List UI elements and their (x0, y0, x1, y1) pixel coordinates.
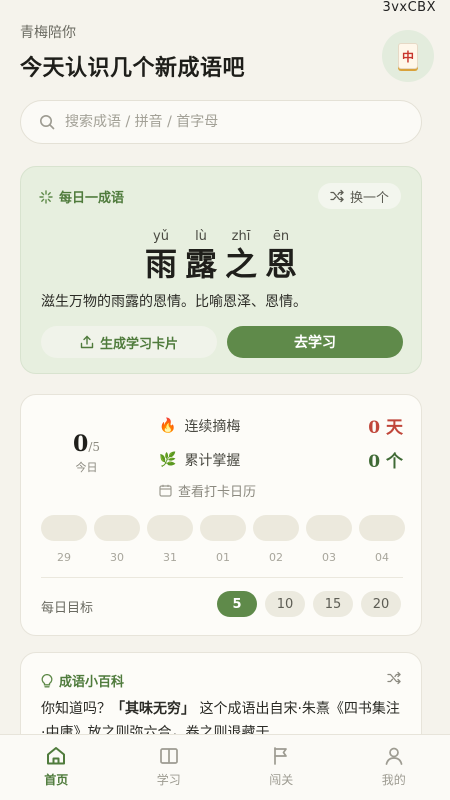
day-dot (147, 515, 193, 541)
day-dot (41, 515, 87, 541)
search-icon (40, 115, 55, 130)
tab-challenge[interactable]: 闯关 (225, 735, 338, 800)
daily-goal-label: 每日目标 (41, 601, 94, 616)
calendar-link-label: 查看打卡日历 (178, 485, 257, 500)
today-progress: 0/5 今日 (73, 431, 100, 475)
share-upload-icon (80, 335, 94, 349)
home-icon (47, 747, 66, 765)
wiki-header: 成语小百科 (41, 671, 124, 690)
generate-card-label: 生成学习卡片 (99, 336, 178, 352)
go-learn-button[interactable]: 去学习 (227, 326, 403, 358)
mastered-value: 0 个 (368, 452, 403, 472)
avatar[interactable]: 中 (382, 30, 434, 82)
tab-label: 首页 (44, 773, 69, 787)
daily-idiom-header: 每日一成语 (39, 187, 124, 206)
tab-profile[interactable]: 我的 (338, 735, 450, 800)
idiom-character: 恩 (265, 245, 298, 283)
lightbulb-icon (41, 673, 53, 687)
day-label: 31 (163, 551, 177, 564)
streak-row: 🔥 连续摘梅 0 天 (159, 413, 403, 439)
checkin-calendar-link[interactable]: 查看打卡日历 (159, 481, 256, 500)
search-input[interactable] (65, 114, 385, 130)
tab-label: 学习 (156, 773, 181, 787)
generate-card-button[interactable]: 生成学习卡片 (41, 326, 217, 358)
goal-option-5[interactable]: 5 (217, 591, 257, 617)
tab-home[interactable]: 首页 (0, 735, 113, 800)
day-label: 04 (375, 551, 389, 564)
progress-card: 0/5 今日 🔥 连续摘梅 0 天 🌿 累计掌握 0 个 查看打卡日历 29 3… (20, 394, 422, 636)
idiom-pinyin: lù (195, 229, 207, 244)
idiom-character: 雨 (144, 245, 177, 283)
day-cell: 30 (94, 515, 140, 564)
bottom-tab-bar: 首页 学习 闯关 我的 (0, 734, 450, 800)
day-label: 30 (110, 551, 124, 564)
page-header: 青梅陪你 今天认识几个新成语吧 中 (20, 22, 434, 82)
wiki-intro: 你知道吗？ (41, 701, 111, 717)
day-dot (306, 515, 352, 541)
day-label: 02 (269, 551, 283, 564)
day-dot (200, 515, 246, 541)
header-subtitle: 青梅陪你 (20, 25, 76, 41)
idiom-display: yǔ 雨 lù 露 zhī 之 ēn 恩 (21, 229, 421, 283)
idiom-char: zhī 之 (225, 229, 257, 283)
daily-idiom-card: 每日一成语 换一个 yǔ 雨 lù 露 zhī 之 ēn 恩 滋生万物的雨露的恩… (20, 166, 422, 374)
week-checkin-row: 29 30 31 01 02 03 04 (41, 515, 405, 564)
wiki-label: 成语小百科 (59, 675, 125, 690)
day-cell: 31 (147, 515, 193, 564)
day-dot (94, 515, 140, 541)
watermark-text: 3vxCBX (382, 0, 436, 15)
streak-value: 0 天 (368, 418, 403, 438)
mastered-row: 🌿 累计掌握 0 个 (159, 447, 403, 473)
divider (41, 577, 403, 578)
user-icon (385, 747, 403, 765)
tab-label: 闯关 (269, 773, 294, 787)
fire-icon: 🔥 (159, 417, 177, 434)
sparkle-icon (39, 189, 53, 204)
idiom-char: yǔ 雨 (145, 229, 177, 283)
wiki-highlight: 「其味无穷」 (111, 701, 195, 717)
mastered-label: 累计掌握 (184, 452, 241, 469)
today-total: /5 (88, 440, 100, 454)
day-cell: 29 (41, 515, 87, 564)
day-cell: 01 (200, 515, 246, 564)
leaf-icon: 🌿 (159, 451, 177, 468)
day-label: 29 (57, 551, 71, 564)
day-dot (359, 515, 405, 541)
idiom-character: 之 (225, 245, 258, 283)
idiom-pinyin: ēn (272, 229, 290, 244)
book-icon (159, 748, 178, 764)
search-bar[interactable] (20, 100, 422, 144)
flag-icon (274, 747, 288, 765)
daily-goal-options: 5 10 15 20 (209, 591, 401, 617)
tab-study[interactable]: 学习 (113, 735, 226, 800)
goal-option-20[interactable]: 20 (361, 591, 401, 617)
day-cell: 04 (359, 515, 405, 564)
daily-idiom-label: 每日一成语 (59, 191, 125, 206)
streak-label: 连续摘梅 (184, 418, 241, 435)
idiom-meaning: 滋生万物的雨露的恩情。比喻恩泽、恩情。 (41, 294, 307, 310)
idiom-character: 露 (184, 245, 217, 283)
idiom-pinyin: zhī (231, 229, 251, 244)
shuffle-icon (330, 189, 344, 203)
swap-idiom-button[interactable]: 换一个 (317, 183, 401, 209)
calendar-icon (159, 484, 172, 497)
day-cell: 03 (306, 515, 352, 564)
idiom-pinyin: yǔ (153, 229, 169, 244)
goal-option-10[interactable]: 10 (265, 591, 305, 617)
day-dot (253, 515, 299, 541)
mahjong-tile-icon: 中 (398, 43, 418, 69)
page-title: 今天认识几个新成语吧 (20, 56, 246, 81)
day-cell: 02 (253, 515, 299, 564)
tab-label: 我的 (381, 773, 406, 787)
shuffle-icon[interactable] (387, 671, 401, 685)
goal-option-15[interactable]: 15 (313, 591, 353, 617)
swap-idiom-label: 换一个 (349, 190, 389, 206)
idiom-char: lù 露 (185, 229, 217, 283)
today-label: 今日 (75, 461, 98, 474)
idiom-char: ēn 恩 (265, 229, 297, 283)
today-count: 0/5 (73, 431, 100, 457)
day-label: 01 (216, 551, 230, 564)
day-label: 03 (322, 551, 336, 564)
